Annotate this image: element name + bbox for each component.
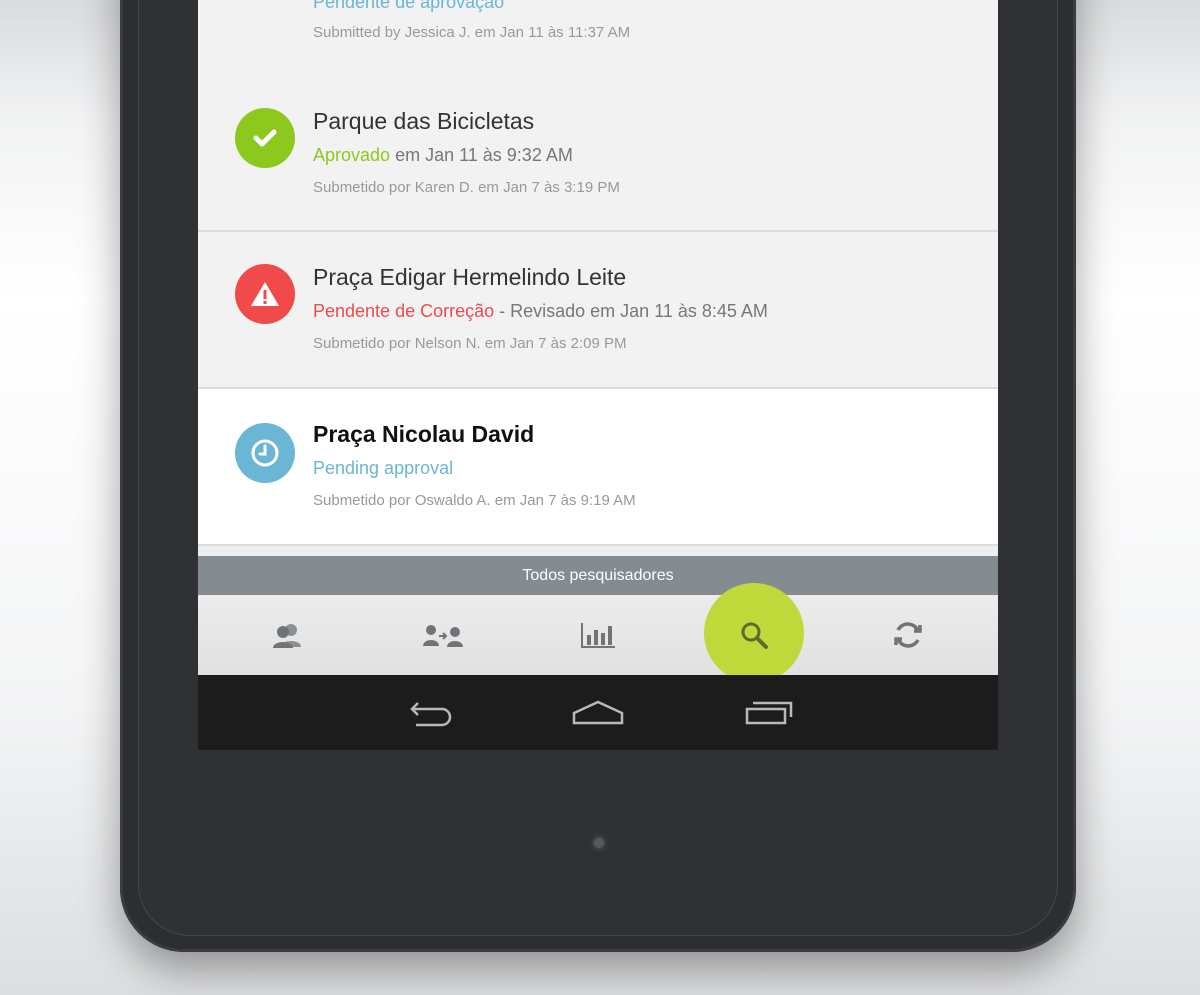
status-label: Pending approval (313, 458, 454, 478)
tab-users[interactable] (208, 595, 368, 675)
status-label: Pendente de aprovação (313, 0, 505, 12)
submitted-text: Submitted by Jessica J. em Jan 11 às 11:… (313, 24, 631, 41)
status-line: Pendente de Correção - Revisado em Jan 1… (313, 301, 768, 322)
status-label: Pendente de Correção (313, 301, 495, 321)
bottom-tab-bar (198, 583, 998, 683)
list-item[interactable]: Praça Edigar Hermelindo Leite Pendente d… (198, 232, 998, 389)
researcher-filter-bar[interactable]: Todos pesquisadores (198, 556, 998, 595)
status-label: Aprovado (313, 145, 391, 165)
submitted-text: Submetido por Oswaldo A. em Jan 7 às 9:1… (313, 492, 636, 509)
back-button[interactable] (388, 675, 468, 750)
submitted-text: Submetido por Nelson N. em Jan 7 às 2:09… (313, 335, 627, 352)
tab-user-transfer[interactable] (363, 595, 523, 675)
list-item[interactable]: Parque das Bicicletas Aprovado em Jan 11… (198, 75, 998, 232)
bar-chart-icon (581, 623, 615, 648)
system-navigation-bar (198, 675, 998, 750)
item-title: Praça Nicolau David (313, 421, 535, 447)
clock-icon (235, 423, 295, 483)
home-button[interactable] (558, 675, 638, 750)
warning-icon (235, 264, 295, 324)
users-icon (273, 624, 301, 648)
front-camera (594, 838, 604, 848)
status-detail: em Jan 11 às 9:32 AM (390, 145, 573, 165)
tab-search[interactable] (674, 595, 834, 675)
app-screen: Pendente de aprovação Submitted by Jessi… (198, 0, 998, 750)
checkmark-icon (235, 108, 295, 168)
status-line: Pendente de aprovação (313, 0, 504, 13)
tab-reports[interactable] (518, 595, 678, 675)
submitted-text: Submetido por Karen D. em Jan 7 às 3:19 … (313, 179, 620, 196)
item-title: Parque das Bicicletas (313, 108, 535, 134)
list-item[interactable]: Praça Nicolau David Pending approval Sub… (198, 389, 998, 546)
back-icon (410, 701, 452, 726)
status-line: Aprovado em Jan 11 às 9:32 AM (313, 145, 573, 166)
tab-sync[interactable] (828, 595, 988, 675)
home-icon (572, 700, 624, 724)
status-line: Pending approval (313, 458, 453, 479)
recent-apps-button[interactable] (730, 675, 810, 750)
filter-label: Todos pesquisadores (522, 566, 674, 584)
recent-apps-icon (745, 701, 793, 724)
search-icon (741, 622, 768, 649)
item-title: Praça Edigar Hermelindo Leite (313, 264, 627, 290)
sync-icon (894, 622, 922, 648)
user-transfer-icon (423, 625, 463, 647)
list-item[interactable]: Pendente de aprovação Submitted by Jessi… (198, 0, 998, 77)
status-detail: - Revisado em Jan 11 às 8:45 AM (494, 301, 768, 321)
